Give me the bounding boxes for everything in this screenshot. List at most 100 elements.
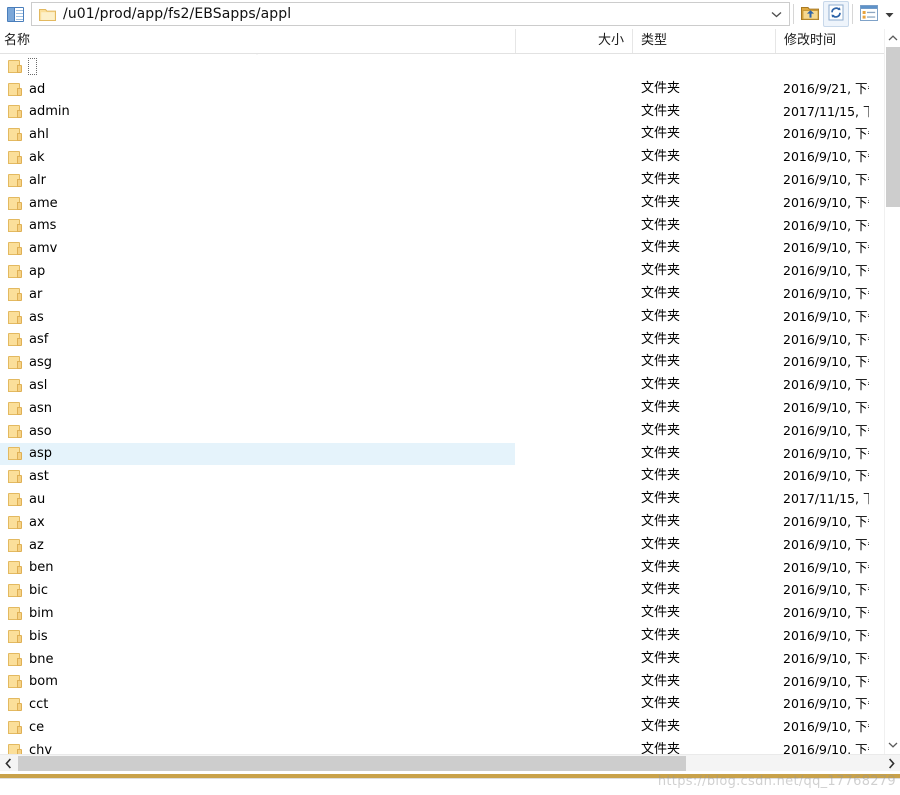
refresh-button[interactable] xyxy=(823,1,849,27)
file-list-row[interactable]: bis 文件夹 2016/9/10, 下午 xyxy=(0,625,884,648)
file-list-row[interactable]: asf 文件夹 2016/9/10, 下午 xyxy=(0,329,884,352)
file-list-row[interactable]: ak 文件夹 2016/9/10, 下午 xyxy=(0,146,884,169)
file-list-row[interactable]: ar 文件夹 2016/9/10, 下午 xyxy=(0,283,884,306)
row-name-label: ahl xyxy=(29,127,49,143)
file-list-row[interactable]: ap 文件夹 2016/9/10, 下午 xyxy=(0,260,884,283)
file-list-row[interactable]: ast 文件夹 2016/9/10, 下午 xyxy=(0,465,884,488)
address-bar-input[interactable]: /u01/prod/app/fs2/EBSapps/appl xyxy=(31,2,790,26)
row-name-cell[interactable]: chv xyxy=(8,739,52,754)
scroll-right-button[interactable] xyxy=(883,755,900,771)
row-size-cell xyxy=(516,511,626,534)
row-name-cell[interactable]: ahl xyxy=(8,123,49,146)
row-name-cell[interactable]: ak xyxy=(8,146,45,169)
file-list-row[interactable]: asl 文件夹 2016/9/10, 下午 xyxy=(0,374,884,397)
row-name-cell[interactable]: asg xyxy=(8,351,52,374)
row-type-cell: 文件夹 xyxy=(641,650,681,666)
row-name-cell[interactable]: ax xyxy=(8,511,45,534)
file-list-row[interactable]: ame 文件夹 2016/9/10, 下午 xyxy=(0,192,884,215)
row-name-cell[interactable]: asf xyxy=(8,329,48,352)
row-highlight xyxy=(0,442,515,466)
file-list-row[interactable]: ben 文件夹 2016/9/10, 下午 xyxy=(0,557,884,580)
row-name-cell[interactable]: asp xyxy=(8,443,52,466)
file-list-row[interactable]: admin 文件夹 2017/11/15, 下4 xyxy=(0,101,884,124)
file-list-row[interactable]: cct 文件夹 2016/9/10, 下午 xyxy=(0,693,884,716)
row-name-cell[interactable]: asn xyxy=(8,397,52,420)
row-name-cell[interactable]: bim xyxy=(8,602,54,625)
row-name-cell[interactable]: ap xyxy=(8,260,45,283)
file-list-row[interactable]: ahl 文件夹 2016/9/10, 下午 xyxy=(0,123,884,146)
scroll-left-button[interactable] xyxy=(0,755,17,771)
row-name-cell[interactable]: asl xyxy=(8,374,47,397)
scroll-down-button[interactable] xyxy=(885,736,900,754)
view-options-dropdown-button[interactable] xyxy=(882,2,896,26)
folder-icon xyxy=(8,151,23,165)
file-list-row[interactable]: chv 文件夹 2016/9/10, 下午 xyxy=(0,739,884,754)
column-header-name[interactable]: 名称 xyxy=(0,29,515,53)
column-header-type[interactable]: 类型 xyxy=(632,29,775,53)
horizontal-scroll-thumb[interactable] xyxy=(18,756,686,771)
view-options-button[interactable] xyxy=(856,2,882,26)
file-list-row[interactable]: az 文件夹 2016/9/10, 下午 xyxy=(0,534,884,557)
row-name-cell[interactable]: bne xyxy=(8,648,54,671)
vertical-scroll-thumb[interactable] xyxy=(886,47,900,207)
row-name-cell[interactable]: bis xyxy=(8,625,48,648)
file-list-row[interactable]: bom 文件夹 2016/9/10, 下午 xyxy=(0,671,884,694)
row-modified-cell: 2016/9/10, 下午 xyxy=(783,719,869,735)
row-highlight xyxy=(0,511,515,534)
file-list-row[interactable]: ce 文件夹 2016/9/10, 下午 xyxy=(0,716,884,739)
row-name-cell[interactable]: az xyxy=(8,534,44,557)
row-name-cell[interactable]: ben xyxy=(8,557,54,580)
folder-icon xyxy=(8,379,23,393)
row-size-cell xyxy=(516,55,626,78)
file-list-row[interactable]: asp 文件夹 2016/9/10, 下午 xyxy=(0,442,884,466)
chevron-down-icon[interactable] xyxy=(765,3,787,25)
file-list-row[interactable] xyxy=(0,55,884,78)
up-folder-button[interactable] xyxy=(797,2,823,26)
row-name-cell[interactable]: ce xyxy=(8,716,44,739)
row-name-cell[interactable]: amv xyxy=(8,237,57,260)
row-name-cell[interactable]: au xyxy=(8,488,45,511)
file-list-row[interactable]: ax 文件夹 2016/9/10, 下午 xyxy=(0,511,884,534)
row-name-cell[interactable]: alr xyxy=(8,169,46,192)
file-list-row[interactable]: bic 文件夹 2016/9/10, 下午 xyxy=(0,579,884,602)
row-name-cell[interactable]: ad xyxy=(8,78,45,101)
file-list-row[interactable]: asg 文件夹 2016/9/10, 下午 xyxy=(0,351,884,374)
file-list[interactable]: ad 文件夹 2016/9/21, 下午 admin 文件夹 2017/11/15, 下4… xyxy=(0,55,884,754)
row-type-cell: 文件夹 xyxy=(641,422,681,438)
column-header-modified[interactable]: 修改时间 xyxy=(775,29,875,53)
row-name-cell[interactable]: ame xyxy=(8,192,58,215)
row-highlight xyxy=(0,260,515,283)
file-list-row[interactable]: amv 文件夹 2016/9/10, 下午 xyxy=(0,237,884,260)
row-name-label: admin xyxy=(29,104,70,120)
file-list-row[interactable]: bim 文件夹 2016/9/10, 下午 xyxy=(0,602,884,625)
navigation-pane-toggle-button[interactable] xyxy=(3,2,27,26)
file-list-row[interactable]: ad 文件夹 2016/9/21, 下午 xyxy=(0,78,884,101)
scroll-up-button[interactable] xyxy=(885,29,900,47)
row-type-cell: 文件夹 xyxy=(641,149,681,165)
row-size-cell xyxy=(516,739,626,754)
file-list-row[interactable]: ams 文件夹 2016/9/10, 下午 xyxy=(0,215,884,238)
row-name-cell[interactable] xyxy=(8,55,37,78)
row-name-cell[interactable]: ast xyxy=(8,465,49,488)
row-name-cell[interactable]: as xyxy=(8,306,44,329)
file-list-row[interactable]: bne 文件夹 2016/9/10, 下午 xyxy=(0,648,884,671)
file-list-row[interactable]: alr 文件夹 2016/9/10, 下午 xyxy=(0,169,884,192)
file-list-row[interactable]: aso 文件夹 2016/9/10, 下午 xyxy=(0,420,884,443)
row-name-cell[interactable]: admin xyxy=(8,101,70,124)
row-name-cell[interactable]: ar xyxy=(8,283,42,306)
row-type-cell: 文件夹 xyxy=(641,377,681,393)
file-list-row[interactable]: au 文件夹 2017/11/15, 下4 xyxy=(0,488,884,511)
file-list-row[interactable]: as 文件夹 2016/9/10, 下午 xyxy=(0,306,884,329)
row-name-cell[interactable]: aso xyxy=(8,420,52,443)
row-name-cell[interactable]: ams xyxy=(8,215,56,238)
row-name-cell[interactable]: bic xyxy=(8,579,48,602)
file-list-row[interactable]: asn 文件夹 2016/9/10, 下午 xyxy=(0,397,884,420)
horizontal-scrollbar[interactable] xyxy=(0,754,900,771)
folder-icon xyxy=(8,219,23,233)
vertical-scrollbar[interactable] xyxy=(884,29,900,754)
row-modified-cell: 2016/9/10, 下午 xyxy=(783,240,869,256)
row-size-cell xyxy=(516,283,626,306)
row-name-cell[interactable]: cct xyxy=(8,693,48,716)
row-name-cell[interactable]: bom xyxy=(8,671,58,694)
column-header-size[interactable]: 大小 xyxy=(515,29,632,53)
